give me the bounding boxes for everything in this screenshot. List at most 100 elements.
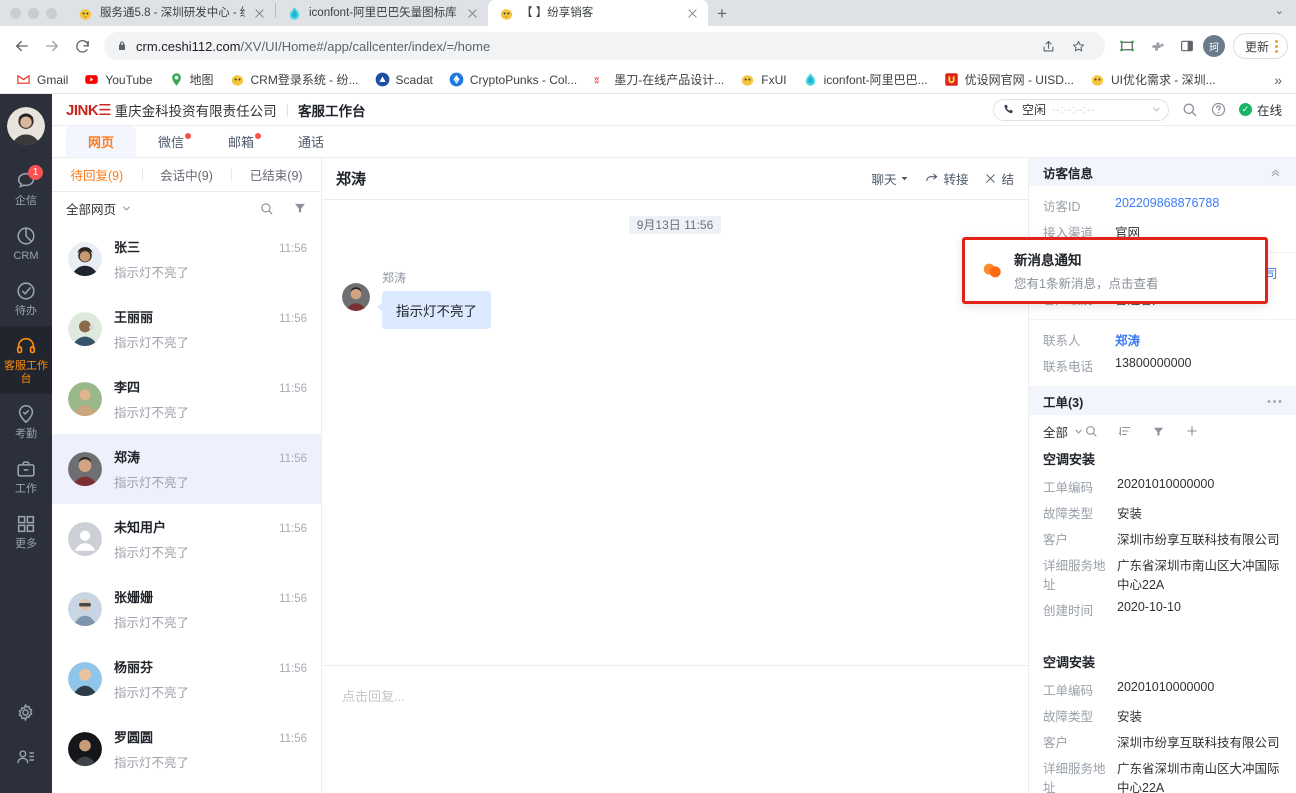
puzzle-icon[interactable] bbox=[1143, 32, 1171, 60]
sidebar-item-crm[interactable]: CRM bbox=[0, 216, 52, 271]
bookmark-maps[interactable]: 地图 bbox=[161, 69, 222, 91]
forward-arrow-icon[interactable] bbox=[38, 32, 66, 60]
list-item-text: 李四 11:56 指示灯不亮了 bbox=[114, 377, 307, 421]
bookmark-ui-requirements[interactable]: UI优化需求 - 深圳... bbox=[1082, 69, 1224, 91]
reload-icon[interactable] bbox=[68, 32, 96, 60]
settings-button[interactable] bbox=[0, 691, 52, 735]
transfer-button[interactable]: 转接 bbox=[925, 169, 968, 188]
window-maximize-dot[interactable] bbox=[46, 8, 57, 19]
chat-mode-dropdown[interactable]: 聊天 bbox=[871, 169, 909, 188]
info-value[interactable]: 202209868876788 bbox=[1115, 196, 1282, 210]
conversation-filter-label[interactable]: 全部网页 bbox=[66, 199, 116, 218]
message-date-divider: 9月13日 11:56 bbox=[322, 216, 1028, 234]
bookmark-crm-login[interactable]: CRM登录系统 - 纷... bbox=[222, 69, 367, 91]
bookmarks-overflow-button[interactable]: » bbox=[1268, 72, 1288, 88]
new-message-toast[interactable]: 新消息通知 您有1条新消息，点击查看 bbox=[962, 237, 1268, 304]
address-bar[interactable]: crm.ceshi112.com/XV/UI/Home#/app/callcen… bbox=[104, 32, 1105, 60]
search-icon[interactable] bbox=[1181, 101, 1198, 118]
status-tab-pending[interactable]: 待回复(9) bbox=[52, 165, 142, 184]
toast-subtitle: 您有1条新消息，点击查看 bbox=[1014, 277, 1159, 291]
window-close-dot[interactable] bbox=[10, 8, 21, 19]
tab-call[interactable]: 通话 bbox=[276, 126, 346, 157]
chevron-down-icon[interactable]: ⌄ bbox=[1275, 4, 1290, 23]
toast-text: 新消息通知 您有1条新消息，点击查看 bbox=[1014, 249, 1158, 292]
screen-capture-icon[interactable] bbox=[1113, 32, 1141, 60]
workorder-filter-label[interactable]: 全部 bbox=[1043, 422, 1068, 441]
sidebar-item-attendance[interactable]: 考勤 bbox=[0, 394, 52, 449]
info-value: 13800000000 bbox=[1115, 356, 1192, 370]
sidebar-item-label: 工作 bbox=[15, 483, 37, 495]
new-tab-button[interactable]: + bbox=[708, 0, 736, 26]
conversation-list[interactable]: 张三 11:56 指示灯不亮了 王丽丽 11:56 指示灯不亮了 李四 11:5… bbox=[52, 224, 321, 793]
status-tab-closed[interactable]: 已结束(9) bbox=[231, 165, 321, 184]
search-icon[interactable] bbox=[1084, 424, 1098, 438]
chat-input-area[interactable]: 点击回复... bbox=[322, 665, 1028, 793]
window-minimize-dot[interactable] bbox=[28, 8, 39, 19]
close-icon[interactable] bbox=[465, 6, 480, 21]
chevron-up-double-icon[interactable] bbox=[1269, 166, 1282, 179]
filter-icon[interactable] bbox=[293, 201, 307, 215]
list-item[interactable]: 杨丽芬 11:56 指示灯不亮了 bbox=[52, 644, 321, 714]
contacts-button[interactable] bbox=[0, 735, 52, 779]
list-item[interactable]: 张姗姗 11:56 指示灯不亮了 bbox=[52, 574, 321, 644]
search-icon[interactable] bbox=[259, 201, 274, 216]
list-item[interactable]: 罗圆圆 11:56 指示灯不亮了 bbox=[52, 714, 321, 784]
bookmark-scadat[interactable]: Scadat bbox=[367, 69, 441, 91]
profile-avatar[interactable]: 珂 bbox=[1202, 35, 1225, 57]
back-arrow-icon[interactable] bbox=[8, 32, 36, 60]
timestamp: 11:56 bbox=[279, 453, 307, 465]
browser-tab-2[interactable]: iconfont-阿里巴巴矢量图标库 bbox=[276, 0, 488, 26]
kebab-menu-icon[interactable] bbox=[1272, 39, 1281, 53]
tab-email[interactable]: 邮箱 bbox=[206, 126, 276, 157]
close-icon[interactable] bbox=[685, 6, 700, 21]
avatar bbox=[68, 452, 102, 486]
workorder-row: 创建时间 2020-10-10 bbox=[1043, 600, 1282, 619]
workorder-card[interactable]: 空调安装 工单编码 20201010000000 故障类型 安装 客户 深圳市纷… bbox=[1029, 650, 1296, 793]
window-controls[interactable] bbox=[8, 8, 67, 26]
pie-chart-icon bbox=[15, 225, 37, 247]
list-item[interactable]: 张三 11:56 指示灯不亮了 bbox=[52, 224, 321, 294]
chevron-down-icon[interactable] bbox=[1151, 104, 1162, 115]
tab-wechat[interactable]: 微信 bbox=[136, 126, 206, 157]
tab-webpage[interactable]: 网页 bbox=[66, 126, 137, 157]
list-item[interactable]: 王丽丽 11:56 指示灯不亮了 bbox=[52, 294, 321, 364]
chevron-down-icon[interactable] bbox=[1073, 426, 1084, 437]
sidebar-item-todo[interactable]: 待办 bbox=[0, 271, 52, 326]
filter-icon[interactable] bbox=[1152, 425, 1165, 438]
help-circle-icon[interactable] bbox=[1210, 101, 1227, 118]
sidebar-item-more[interactable]: 更多 bbox=[0, 504, 52, 559]
list-item[interactable]: 未知用户 11:56 指示灯不亮了 bbox=[52, 504, 321, 574]
share-icon[interactable] bbox=[1035, 32, 1063, 60]
avatar[interactable] bbox=[7, 107, 45, 145]
browser-tab-1[interactable]: 服务通5.8 - 深圳研发中心 - 纷享 bbox=[67, 0, 275, 26]
info-value[interactable]: 郑涛 bbox=[1115, 330, 1282, 349]
bookmark-uisdc[interactable]: 优设网官网 - UISD... bbox=[936, 69, 1082, 91]
chevron-down-icon[interactable] bbox=[121, 203, 132, 214]
workorder-row: 客户 深圳市纷享互联科技有限公司 bbox=[1043, 529, 1282, 548]
list-item-selected[interactable]: 郑涛 11:56 指示灯不亮了 bbox=[52, 434, 321, 504]
bookmark-cryptopunks[interactable]: CryptoPunks - Col... bbox=[441, 69, 585, 91]
status-tab-active[interactable]: 会话中(9) bbox=[142, 165, 232, 184]
close-icon[interactable] bbox=[252, 6, 267, 21]
workorder-card[interactable]: 空调安装 工单编码 20201010000000 故障类型 安装 客户 深圳市纷… bbox=[1029, 447, 1296, 636]
phone-status-widget[interactable]: 空闲 --:--:--:-- bbox=[992, 98, 1169, 121]
sidebar-item-kefu-workbench[interactable]: 客服工作台 bbox=[0, 326, 52, 394]
list-item[interactable]: 李四 11:56 指示灯不亮了 bbox=[52, 364, 321, 434]
plus-icon[interactable] bbox=[1185, 424, 1199, 438]
split-view-icon[interactable] bbox=[1173, 32, 1201, 60]
sidebar-item-work[interactable]: 工作 bbox=[0, 449, 52, 504]
browser-tab-3-active[interactable]: 【 】纷享销客 bbox=[488, 0, 708, 26]
bookmark-gmail[interactable]: Gmail bbox=[8, 69, 76, 91]
status-badge[interactable]: ✓ 在线 bbox=[1238, 100, 1282, 119]
bookmark-iconfont[interactable]: iconfont-阿里巴巴... bbox=[795, 69, 936, 91]
bookmark-youtube[interactable]: YouTube bbox=[76, 69, 160, 91]
star-icon[interactable] bbox=[1065, 32, 1093, 60]
sort-icon[interactable] bbox=[1118, 424, 1132, 438]
sidebar-item-qixin[interactable]: 1 企信 bbox=[0, 161, 52, 216]
contact-name: 未知用户 bbox=[114, 520, 167, 535]
update-button[interactable]: 更新 bbox=[1232, 33, 1288, 59]
bookmark-fxui[interactable]: FxUI bbox=[732, 69, 794, 91]
bookmark-modao[interactable]: ʬ 墨刀-在线产品设计... bbox=[585, 69, 732, 91]
ellipsis-icon[interactable] bbox=[1267, 399, 1282, 404]
end-session-button[interactable]: 结 bbox=[984, 169, 1014, 188]
